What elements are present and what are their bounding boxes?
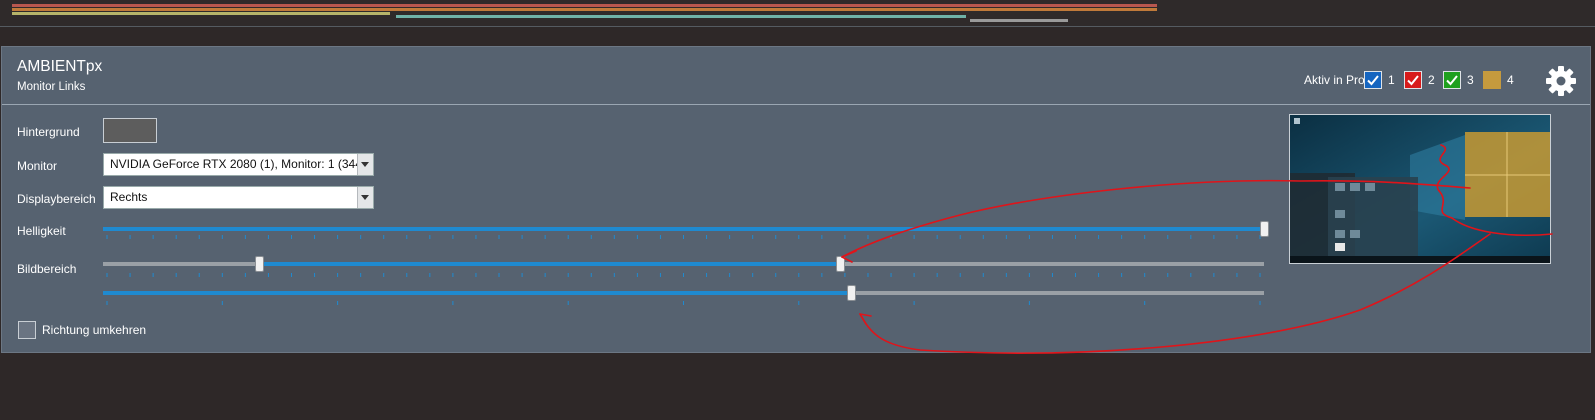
background-label: Hintergrund [17,125,80,139]
profile-1-checkbox[interactable] [1364,71,1382,89]
panel-title: AMBIENTpx [17,58,103,75]
profile-3-number: 3 [1467,73,1474,87]
profile-2-checkbox[interactable] [1404,71,1422,89]
profile-4-checkbox[interactable] [1483,71,1501,89]
display-area-select-value: Rechts [110,190,148,204]
chevron-down-icon[interactable] [357,154,373,175]
brightness-label: Helligkeit [17,224,66,238]
monitor-preview-image [1289,114,1551,264]
display-area-select[interactable]: Rechts [103,186,374,209]
brightness-slider-track[interactable] [103,227,1264,231]
status-line-2 [12,8,1157,11]
brightness-ticks [106,235,1261,239]
gear-icon[interactable] [1545,65,1577,97]
status-line-1 [12,4,1157,7]
status-line-3 [12,12,390,15]
status-line-4 [396,15,966,18]
background-color-swatch[interactable] [103,118,157,143]
image-area-second-slider-fill [103,291,852,295]
header-divider [2,104,1590,105]
image-area-second-ticks [106,301,1261,305]
profile-1-number: 1 [1388,73,1395,87]
monitor-select-value: NVIDIA GeForce RTX 2080 (1), Monitor: 1 … [110,157,369,171]
check-icon [1407,75,1419,86]
check-icon [1367,75,1379,86]
reverse-direction-checkbox[interactable] [18,321,36,339]
image-area-second-slider-thumb[interactable] [847,285,857,301]
reverse-direction-label: Richtung umkehren [42,323,147,337]
check-icon [1446,75,1458,86]
monitor-label: Monitor [17,159,58,173]
profile-4-number: 4 [1507,73,1514,87]
image-area-ticks [106,273,1261,277]
profile-2-number: 2 [1428,73,1435,87]
image-area-end-thumb[interactable] [835,256,845,272]
image-area-start-thumb[interactable] [255,256,265,272]
monitor-select[interactable]: NVIDIA GeForce RTX 2080 (1), Monitor: 1 … [103,153,374,176]
panel-subtitle: Monitor Links [17,81,86,93]
brightness-slider-fill [103,227,1264,231]
status-line-5 [970,19,1068,22]
top-status-strip [0,0,1595,27]
profile-label: Aktiv in Profil [1304,73,1374,87]
chevron-down-icon[interactable] [357,187,373,208]
monitor-panel: AMBIENTpx Monitor Links Aktiv in Profil … [1,46,1591,353]
image-area-second-slider-track[interactable] [103,291,1264,295]
display-area-label: Displaybereich [17,192,96,206]
profile-3-checkbox[interactable] [1443,71,1461,89]
image-area-range-track[interactable] [103,262,1264,266]
desktop-screenshot-thumbnail [1290,115,1550,263]
image-area-label: Bildbereich [17,262,77,276]
brightness-slider-thumb[interactable] [1259,221,1269,237]
image-area-range-fill [259,262,841,266]
